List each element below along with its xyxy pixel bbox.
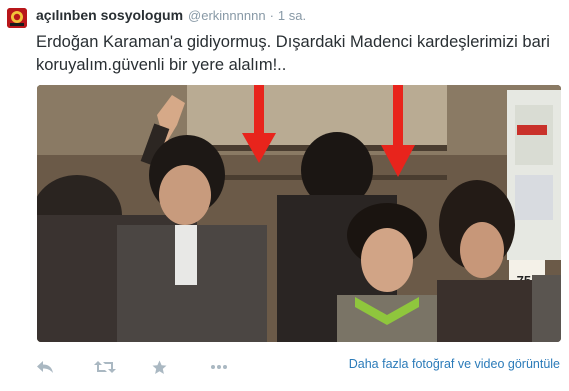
retweet-icon	[94, 360, 116, 374]
tweet-header: açılınben sosyologum @erkinnnnnn · 1 sa.	[36, 7, 306, 27]
tweet-actions	[36, 356, 268, 378]
favorite-button[interactable]	[152, 356, 210, 378]
favorite-icon	[152, 360, 167, 375]
user-handle[interactable]: @erkinnnnnn	[188, 8, 266, 23]
more-options-button[interactable]	[210, 356, 268, 378]
user-avatar[interactable]	[7, 8, 27, 28]
header-separator: ·	[269, 8, 274, 23]
more-icon	[210, 364, 228, 370]
user-fullname[interactable]: açılınben sosyologum	[36, 7, 183, 23]
tweet: açılınben sosyologum @erkinnnnnn · 1 sa.…	[0, 0, 569, 391]
reply-button[interactable]	[36, 356, 94, 378]
retweet-button[interactable]	[94, 356, 152, 378]
more-media-link[interactable]: Daha fazla fotoğraf ve video görüntüle	[349, 357, 560, 371]
reply-icon	[36, 360, 54, 374]
tweet-text: Erdoğan Karaman'a gidiyormuş. Dışardaki …	[36, 33, 550, 74]
tweet-timestamp[interactable]: 1 sa.	[278, 8, 306, 23]
tweet-photo[interactable]: .75	[37, 85, 561, 342]
